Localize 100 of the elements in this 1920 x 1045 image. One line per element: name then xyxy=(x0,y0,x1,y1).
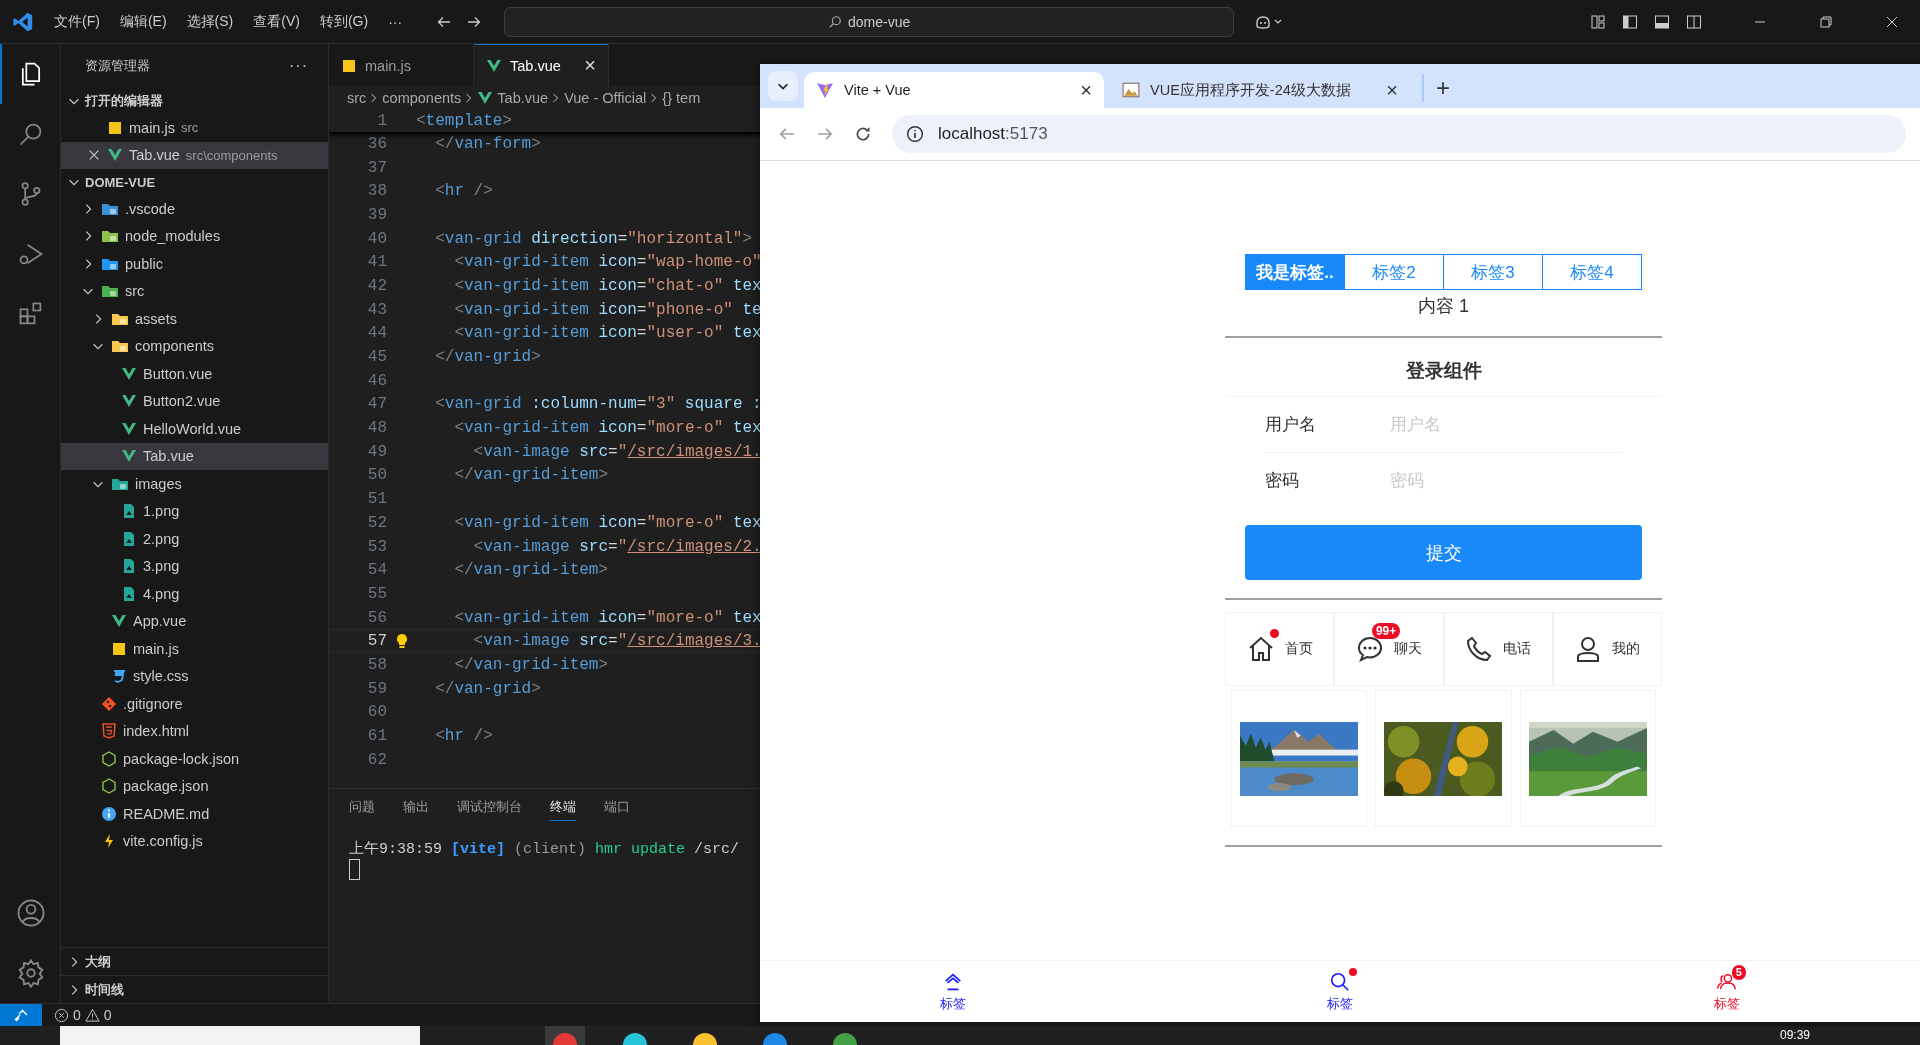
section-header[interactable]: DOME-VUE xyxy=(61,169,328,195)
tree-item[interactable]: App.vue xyxy=(61,607,328,635)
folder-icon xyxy=(101,228,119,245)
line-number: 43 xyxy=(366,300,387,319)
tree-item[interactable]: Tab.vue xyxy=(61,442,328,470)
breadcrumb-item[interactable]: src xyxy=(347,90,367,106)
breadcrumb-item[interactable]: {} tem xyxy=(662,90,701,106)
grid-item[interactable]: 我的 xyxy=(1552,612,1662,686)
tree-item[interactable]: images xyxy=(61,470,328,498)
code-line: <template> xyxy=(416,112,513,130)
reload-icon[interactable] xyxy=(854,125,872,143)
close-tab-button[interactable]: × xyxy=(1386,78,1398,102)
breadcrumb-item[interactable]: Tab.vue xyxy=(497,90,549,106)
restore-icon[interactable] xyxy=(1818,13,1834,30)
address-bar[interactable]: localhost:5173 xyxy=(892,115,1906,153)
remote-button[interactable] xyxy=(0,1004,42,1026)
menu-item[interactable]: 转到(G) xyxy=(319,12,369,31)
settings-icon[interactable] xyxy=(16,958,46,988)
menu-item[interactable]: 编辑(E) xyxy=(119,12,167,31)
sidebar-toggle-icon[interactable] xyxy=(1622,13,1638,30)
breadcrumb-item[interactable]: Vue - Official xyxy=(564,90,647,106)
line-number: 58 xyxy=(366,655,387,674)
panel-tab[interactable]: 端口 xyxy=(604,795,630,821)
browser-tab[interactable]: Vite + Vue × xyxy=(804,72,1104,108)
menu-item[interactable]: 选择(S) xyxy=(186,12,234,31)
line-number: 53 xyxy=(366,537,387,556)
menu-item[interactable]: 文件(F) xyxy=(54,12,100,31)
tab[interactable]: 标签3 xyxy=(1443,255,1542,289)
tree-item[interactable]: main.js xyxy=(61,635,328,663)
tabbar-item[interactable]: 标签 xyxy=(760,961,1147,1022)
tree-item[interactable]: components xyxy=(61,332,328,360)
tree-item[interactable]: .gitignore xyxy=(61,690,328,718)
tree-item[interactable]: 4.png xyxy=(61,580,328,608)
warning-count[interactable]: 0 xyxy=(103,1007,112,1023)
line-number: 42 xyxy=(366,276,387,295)
panel-tab[interactable]: 输出 xyxy=(403,795,429,821)
tab[interactable]: 标签4 xyxy=(1542,255,1641,289)
panel-tab[interactable]: 问题 xyxy=(349,795,375,821)
tree-item[interactable]: HelloWorld.vue xyxy=(61,415,328,443)
section-header[interactable]: 大纲 xyxy=(61,947,328,975)
tree-item[interactable]: Button.vue xyxy=(61,360,328,388)
code-line: </van-grid> xyxy=(434,679,541,698)
layout-icon[interactable] xyxy=(1590,13,1606,30)
section-header[interactable]: 打开的编辑器 xyxy=(61,88,328,114)
info-icon[interactable] xyxy=(906,125,924,143)
line-number: 37 xyxy=(366,158,387,177)
code-line: <van-grid-item icon="more-o" tex xyxy=(453,513,762,532)
code-line: </van-grid-item> xyxy=(453,561,609,580)
close-tab-button[interactable]: × xyxy=(1080,78,1092,102)
tabbar-item[interactable]: 标签 xyxy=(1146,961,1534,1022)
tree-item[interactable]: node_modules xyxy=(61,222,328,250)
sidebar-title: 资源管理器 xyxy=(85,57,150,75)
account-icon[interactable] xyxy=(16,898,46,928)
code-line: </van-grid> xyxy=(434,348,541,367)
error-count[interactable]: 0 xyxy=(73,1007,81,1023)
open-editor-item[interactable]: main.js src xyxy=(61,114,328,142)
chevron-icon xyxy=(465,91,474,105)
editor-tab[interactable]: Tab.vue × xyxy=(474,44,609,86)
tree-item[interactable]: .vscode xyxy=(61,195,328,223)
tree-item[interactable]: src xyxy=(61,277,328,305)
tabbar-item[interactable]: 5 标签 xyxy=(1533,961,1920,1022)
tree-item[interactable]: README.md xyxy=(61,800,328,828)
menu-item[interactable]: 查看(V) xyxy=(253,12,300,31)
command-search-field[interactable]: dome-vue xyxy=(504,6,1235,37)
tree-item[interactable]: 1.png xyxy=(61,497,328,525)
grid-item[interactable]: 99+ 聊天 xyxy=(1334,612,1444,686)
panel-tab[interactable]: 调试控制台 xyxy=(457,795,522,821)
grid-item[interactable]: 电话 xyxy=(1443,612,1553,686)
browser-tab[interactable]: VUE应用程序开发-24级大数据 × xyxy=(1110,72,1410,108)
tree-item[interactable]: Button2.vue xyxy=(61,387,328,415)
tree-item[interactable]: package-lock.json xyxy=(61,745,328,773)
more-actions-button[interactable]: ··· xyxy=(289,57,308,75)
tree-item[interactable]: 3.png xyxy=(61,552,328,580)
open-editor-item[interactable]: Tab.vue src\components xyxy=(61,141,328,169)
taskbar-search-field[interactable] xyxy=(60,1026,420,1045)
menu-item[interactable]: ··· xyxy=(388,13,403,30)
tree-item[interactable]: 2.png xyxy=(61,525,328,553)
image-file-icon xyxy=(121,558,137,575)
tree-item[interactable]: style.css xyxy=(61,662,328,690)
tab[interactable]: 标签2 xyxy=(1344,255,1443,289)
code-line: <van-image src="/src/images/2. xyxy=(472,537,762,556)
panel-tab[interactable]: 终端 xyxy=(550,795,576,821)
line-number: 59 xyxy=(366,679,387,698)
new-tab-button[interactable]: + xyxy=(1422,74,1450,102)
submit-button[interactable]: 提交 xyxy=(1245,525,1642,580)
terminal-line: 上午9:38:59 [vite] (client) hmr update /src/ xyxy=(349,839,740,858)
tree-item[interactable]: public xyxy=(61,250,328,278)
tree-item[interactable]: package.json xyxy=(61,772,328,800)
code-line: <van-grid-item icon="more-o" tex xyxy=(453,608,762,627)
tree-item[interactable]: assets xyxy=(61,305,328,333)
tab[interactable]: 我是标签.. xyxy=(1246,255,1344,289)
breadcrumb-item[interactable]: components xyxy=(382,90,462,106)
split-toggle-icon[interactable] xyxy=(1686,13,1702,30)
line-number: 60 xyxy=(366,703,387,722)
grid-item[interactable]: 首页 xyxy=(1225,612,1335,686)
count-badge: 5 xyxy=(1731,964,1746,980)
close-button[interactable]: × xyxy=(584,54,596,77)
tree-item[interactable]: vite.config.js xyxy=(61,827,328,855)
panel-toggle-icon[interactable] xyxy=(1654,13,1670,30)
tree-item[interactable]: index.html xyxy=(61,717,328,745)
